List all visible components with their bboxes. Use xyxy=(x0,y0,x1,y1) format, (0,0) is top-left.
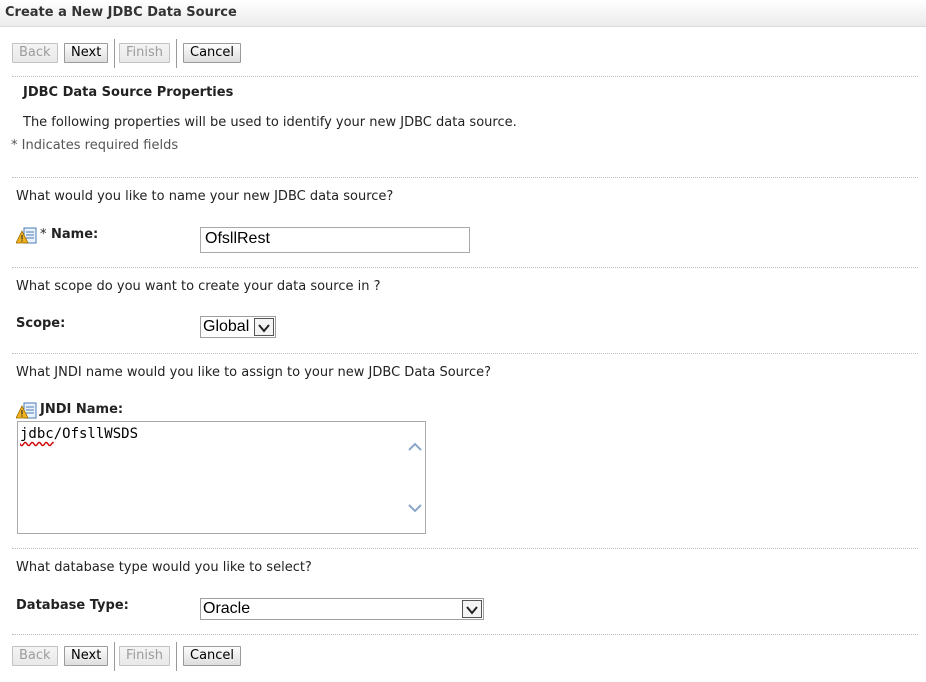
button-separator xyxy=(176,39,177,68)
back-button-top[interactable]: Back xyxy=(12,43,58,63)
dbtype-label: Database Type: xyxy=(16,598,129,613)
next-button-bottom[interactable]: Next xyxy=(64,646,109,666)
dbtype-selected-value: Oracle xyxy=(203,600,251,617)
divider xyxy=(12,548,918,549)
button-separator xyxy=(114,642,115,671)
chevron-down-icon[interactable] xyxy=(462,600,482,618)
cancel-button-top[interactable]: Cancel xyxy=(183,43,242,63)
section-heading: JDBC Data Source Properties xyxy=(23,85,234,100)
info-warning-icon[interactable] xyxy=(16,227,38,245)
button-separator xyxy=(114,39,115,68)
dbtype-question: What database type would you like to sel… xyxy=(16,560,312,575)
name-input[interactable]: OfsllRest xyxy=(200,227,470,253)
database-type-select[interactable]: Oracle xyxy=(200,598,484,620)
info-warning-icon[interactable] xyxy=(16,402,38,420)
divider xyxy=(12,76,918,77)
cancel-button-bottom[interactable]: Cancel xyxy=(183,646,242,666)
jndi-label: JNDI Name: xyxy=(40,402,124,417)
divider xyxy=(12,634,918,635)
jndi-value: jdbc/OfsllWSDS xyxy=(20,426,139,442)
jndi-textarea[interactable]: jdbc/OfsllWSDS xyxy=(17,421,426,534)
window-title-bar: Create a New JDBC Data Source xyxy=(0,0,926,27)
back-button-bottom[interactable]: Back xyxy=(12,646,58,666)
required-marker: * xyxy=(40,227,47,242)
divider xyxy=(12,177,918,178)
textarea-scrollbar[interactable] xyxy=(405,422,425,533)
divider xyxy=(12,353,918,354)
section-description: The following properties will be used to… xyxy=(23,115,517,130)
required-fields-note: * Indicates required fields xyxy=(11,138,179,153)
chevron-up-icon[interactable] xyxy=(407,440,423,454)
next-button-top[interactable]: Next xyxy=(64,43,109,63)
window-title: Create a New JDBC Data Source xyxy=(5,5,237,20)
name-question: What would you like to name your new JDB… xyxy=(16,189,394,204)
scope-label: Scope: xyxy=(16,316,66,331)
scope-select[interactable]: Global xyxy=(200,316,276,338)
button-separator xyxy=(176,642,177,671)
chevron-down-icon[interactable] xyxy=(407,501,423,515)
jndi-question: What JNDI name would you like to assign … xyxy=(16,365,492,380)
scope-selected-value: Global xyxy=(203,318,250,335)
finish-button-top[interactable]: Finish xyxy=(119,43,171,63)
finish-button-bottom[interactable]: Finish xyxy=(119,646,171,666)
scope-question: What scope do you want to create your da… xyxy=(16,279,381,294)
chevron-down-icon[interactable] xyxy=(254,318,274,336)
divider xyxy=(12,267,918,268)
name-label: Name: xyxy=(51,227,99,242)
